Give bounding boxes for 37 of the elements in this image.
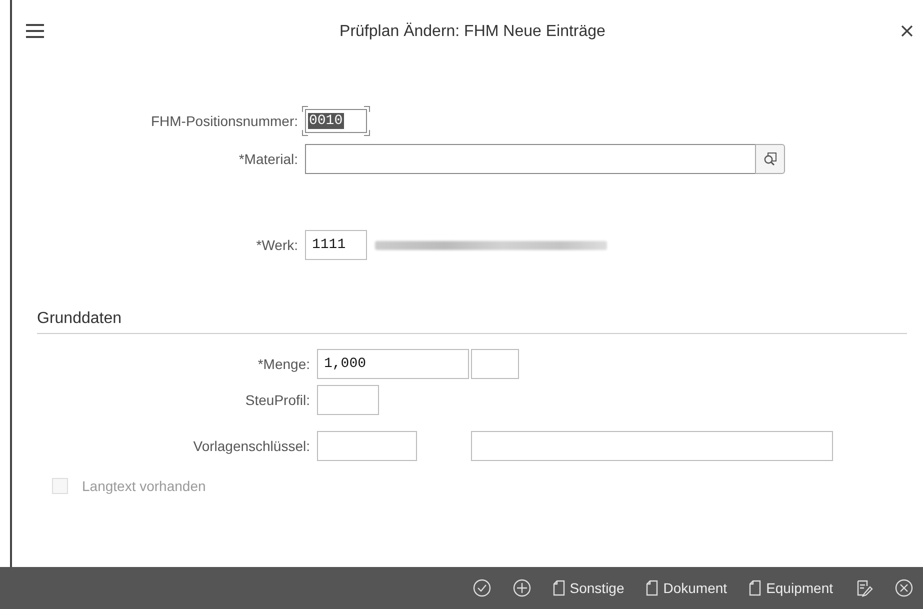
input-field[interactable]: 1111 <box>305 230 367 260</box>
cancel-circle-icon <box>895 579 913 597</box>
input-field[interactable] <box>471 431 833 461</box>
add-button[interactable] <box>512 579 531 597</box>
confirm-button[interactable] <box>472 579 491 597</box>
value-help-button[interactable] <box>755 144 785 174</box>
checkbox-label: Langtext vorhanden <box>82 478 206 494</box>
input-field[interactable] <box>471 349 519 379</box>
check-circle-icon <box>472 579 491 597</box>
field-label: *Material: <box>238 151 298 167</box>
close-icon <box>901 25 913 37</box>
section-title: Grunddaten <box>37 310 122 327</box>
toolbar-button[interactable]: Equipment <box>749 580 833 596</box>
menu-button[interactable] <box>26 24 44 38</box>
field-label: FHM-Positionsnummer: <box>150 113 298 129</box>
document-icon <box>552 580 565 596</box>
edit-button[interactable] <box>855 579 873 597</box>
input-field[interactable] <box>317 431 417 461</box>
menu-icon <box>26 24 44 38</box>
toolbar-button[interactable]: Dokument <box>646 580 728 596</box>
input-field[interactable] <box>317 385 379 415</box>
input-field[interactable] <box>305 144 755 174</box>
field-label: *Menge: <box>256 356 310 372</box>
input-field[interactable]: 1,000 <box>317 349 469 379</box>
toolbar-button[interactable]: Sonstige <box>552 580 624 596</box>
field-label: *Werk: <box>255 237 298 253</box>
input-field[interactable]: 0010 <box>305 109 367 133</box>
field-label: Vorlagenschlüssel: <box>192 438 310 454</box>
window-title: Prüfplan Ändern: FHM Neue Einträge <box>338 22 606 41</box>
document-icon <box>749 580 762 596</box>
search-icon <box>763 152 777 166</box>
cancel-button[interactable] <box>895 579 913 597</box>
edit-icon <box>855 579 873 597</box>
document-icon <box>646 580 658 596</box>
close-button[interactable] <box>901 25 913 37</box>
plus-circle-icon <box>512 579 531 597</box>
field-label: SteuProfil: <box>244 392 310 408</box>
